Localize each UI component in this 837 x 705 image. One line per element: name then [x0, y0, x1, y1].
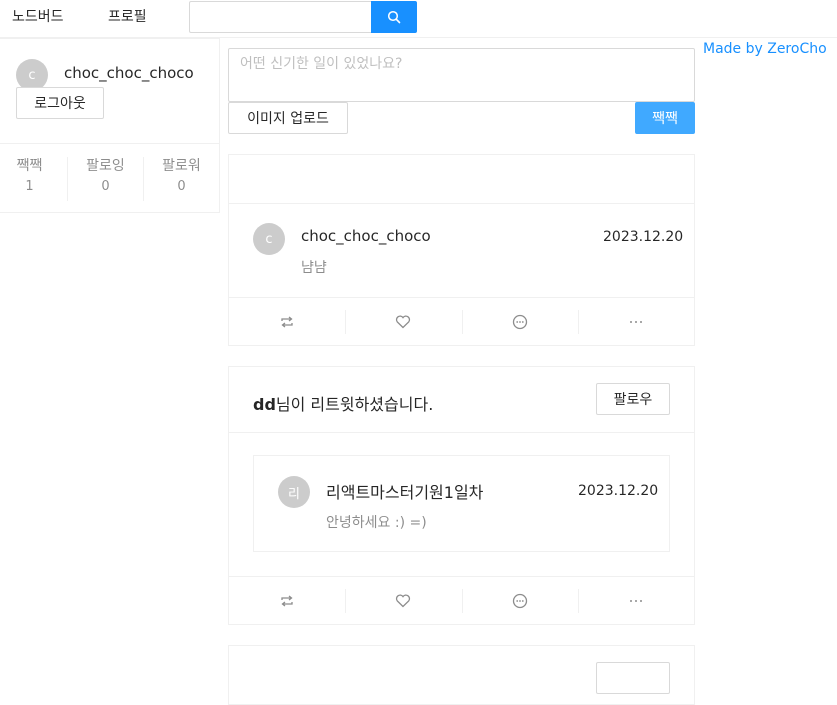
heart-icon — [396, 315, 411, 329]
stat-label: 짹짹 — [16, 158, 43, 174]
post-actions — [229, 577, 694, 625]
comment-button[interactable] — [461, 577, 578, 625]
stat-value: 0 — [101, 179, 110, 194]
retweeter-name: dd — [253, 395, 276, 414]
like-button[interactable] — [345, 577, 461, 625]
retweet-title: dd님이 리트윗하셨습니다. — [253, 391, 433, 415]
user-profile-card: c choc_choc_choco 로그아웃 짹짹 1 팔로잉 0 팔로워 0 — [0, 38, 220, 213]
post-date: 2023.12.20 — [603, 229, 684, 245]
image-upload-button[interactable]: 이미지 업로드 — [228, 102, 348, 134]
post-content: 냠냠 — [301, 260, 327, 276]
post-card: c choc_choc_choco 2023.12.20 냠냠 — [228, 154, 695, 346]
message-icon — [512, 593, 527, 609]
divider — [67, 157, 68, 201]
made-by-link[interactable]: Made by ZeroCho — [703, 41, 827, 57]
search-icon — [387, 10, 401, 24]
post-submit-button[interactable]: 짹짹 — [635, 102, 695, 134]
retweet-post-card: dd님이 리트윗하셨습니다. 팔로우 리 리액트마스터기원1일차 2023.12… — [228, 366, 695, 625]
post-author: 리액트마스터기원1일차 — [326, 483, 484, 502]
like-button[interactable] — [345, 298, 461, 346]
post-date: 2023.12.20 — [578, 483, 659, 499]
logout-button[interactable]: 로그아웃 — [16, 87, 104, 119]
search-button[interactable] — [371, 1, 417, 33]
nav-home-link[interactable]: 노드버드 — [12, 6, 64, 26]
profile-nickname: choc_choc_choco — [64, 64, 194, 82]
post-actions — [229, 298, 694, 346]
retweet-icon — [281, 316, 293, 328]
retweet-button[interactable] — [229, 577, 345, 625]
top-menu: 노드버드 프로필 — [0, 0, 837, 38]
more-button[interactable] — [577, 577, 694, 625]
message-icon — [512, 314, 527, 330]
stat-value: 0 — [177, 179, 186, 194]
post-card — [228, 645, 695, 705]
stat-label: 팔로잉 — [86, 158, 125, 174]
more-button[interactable] — [577, 298, 694, 346]
stat-followings[interactable]: 팔로잉 0 — [72, 155, 139, 194]
post-textarea[interactable] — [228, 48, 695, 102]
divider — [0, 143, 219, 144]
search-input[interactable] — [189, 1, 372, 33]
divider — [143, 157, 144, 201]
follow-button[interactable]: 팔로우 — [596, 383, 670, 415]
retweeted-post-card: 리 리액트마스터기원1일차 2023.12.20 안녕하세요 :) =) — [253, 455, 670, 552]
post-content: 안녕하세요 :) =) — [326, 515, 427, 531]
avatar[interactable]: c — [253, 223, 285, 255]
stat-value: 1 — [25, 179, 34, 194]
retweet-button[interactable] — [229, 298, 345, 346]
divider — [229, 203, 694, 204]
divider — [229, 432, 694, 433]
nav-profile-link[interactable]: 프로필 — [108, 6, 147, 26]
ellipsis-icon — [629, 600, 642, 602]
retweet-text: 님이 리트윗하셨습니다. — [275, 395, 434, 414]
stat-label: 팔로워 — [162, 158, 201, 174]
retweet-icon — [281, 595, 293, 607]
stat-tweets[interactable]: 짹짹 1 — [0, 155, 63, 194]
heart-icon — [396, 594, 411, 608]
post-author: choc_choc_choco — [301, 227, 431, 245]
avatar[interactable]: 리 — [278, 476, 310, 508]
comment-button[interactable] — [461, 298, 578, 346]
ellipsis-icon — [629, 321, 642, 323]
follow-button[interactable] — [596, 662, 670, 694]
stat-followers[interactable]: 팔로워 0 — [148, 155, 215, 194]
